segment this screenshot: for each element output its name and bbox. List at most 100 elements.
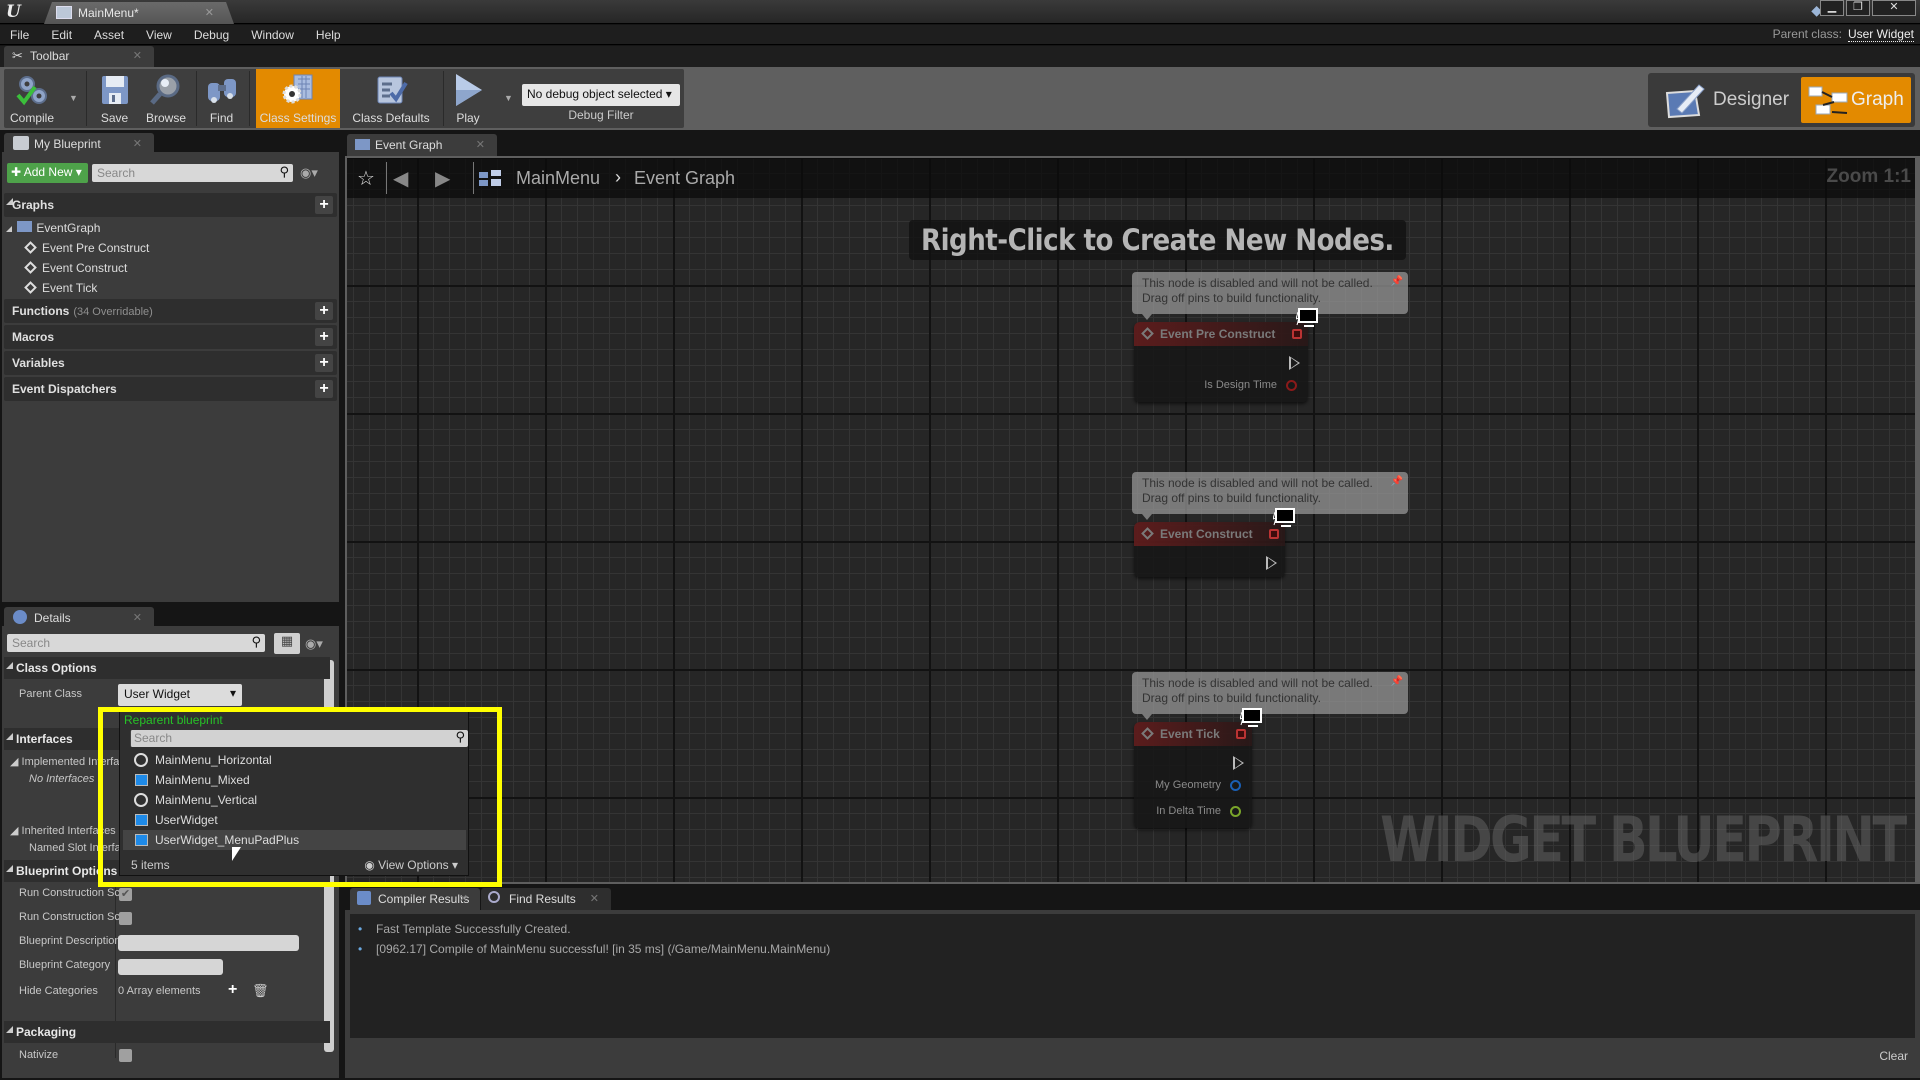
dispatchers-section-header[interactable]: Event Dispatchers + [4,377,337,401]
exec-output-pin[interactable] [1266,556,1277,570]
struct-pin[interactable] [1230,780,1241,791]
create-nodes-hint: Right-Click to Create New Nodes. [909,220,1406,260]
breadcrumb-event-graph[interactable]: Event Graph [634,168,735,189]
back-arrow-icon[interactable]: ◀ [393,166,408,191]
tree-item-event[interactable]: Event Construct [24,261,127,275]
menu-help[interactable]: Help [316,28,341,42]
float-pin[interactable] [1230,806,1241,817]
tree-item-event[interactable]: Event Tick [24,281,97,295]
class-settings-button[interactable]: Class Settings [256,69,340,128]
packaging-section[interactable]: Packaging [4,1021,330,1043]
view-options-eye-icon[interactable]: ◉▾ [300,165,318,181]
blueprint-category-input[interactable] [118,959,223,975]
unreal-logo-icon[interactable]: U [6,2,26,22]
property-matrix-button[interactable]: ▦ [274,633,300,654]
graph-canvas[interactable]: ☆ ◀ ▶ MainMenu › Event Graph Zoom 1:1 Ri… [347,158,1915,882]
add-graph-button[interactable]: + [315,196,333,214]
close-tab-icon[interactable]: ✕ [133,49,142,62]
blueprint-description-input[interactable] [118,935,299,951]
node-comment-bubble[interactable]: This node is disabled and will not be ca… [1132,472,1408,520]
my-blueprint-search-input[interactable]: Search ⚲ [92,164,293,182]
toolbar-tab[interactable]: ✂ Toolbar ✕ [4,46,154,67]
tree-item-event[interactable]: Event Pre Construct [24,241,149,255]
add-new-button[interactable]: ✚ Add New ▾ [7,163,88,183]
run-construction-drag-checkbox[interactable]: ✔ [119,888,132,901]
parent-class-dropdown[interactable]: User Widget ▾ [118,684,242,706]
designer-mode-button[interactable]: Designer [1658,77,1808,123]
menu-view[interactable]: View [146,28,172,42]
close-tab-icon[interactable]: ✕ [590,892,599,905]
find-button[interactable]: Find [200,69,243,128]
trash-icon[interactable]: 🗑 [252,983,269,999]
exec-output-pin[interactable] [1289,356,1300,370]
exec-output-pin[interactable] [1233,756,1244,770]
toolbar-tab-row [0,46,1920,67]
nativize-checkbox[interactable] [119,1049,132,1062]
compiler-results-tab[interactable]: Compiler Results ✕ [350,888,480,910]
save-button[interactable]: Save [92,69,137,128]
close-tab-icon[interactable]: ✕ [476,138,485,151]
node-comment-bubble[interactable]: This node is disabled and will not be ca… [1132,672,1408,720]
restore-button[interactable]: ❐ [1846,0,1870,16]
play-button[interactable]: Play [448,69,488,128]
add-new-label: Add New [23,165,73,179]
find-results-label: Find Results [509,892,576,906]
graph-mode-button[interactable]: Graph [1801,77,1911,123]
close-tab-icon[interactable]: ✕ [133,611,142,624]
debug-object-select[interactable]: No debug object selected ▾ [522,84,680,106]
parent-class-link[interactable]: User Widget [1847,27,1914,42]
minimize-button[interactable]: ▁ [1820,0,1844,16]
graph-node[interactable]: Event Tick My Geometry In Delta Time [1134,722,1252,828]
expand-triangle-icon [6,865,13,872]
add-macro-button[interactable]: + [315,328,333,346]
class-options-section[interactable]: Class Options [4,657,330,679]
functions-section-header[interactable]: Functions (34 Overridable) + [4,299,337,323]
comment-line: Drag off pins to build functionality. [1142,491,1321,505]
search-placeholder: Search [97,166,136,180]
delegate-pin[interactable] [1292,329,1302,339]
run-construction-sequencer-checkbox[interactable] [119,912,132,925]
macros-section-header[interactable]: Macros + [4,325,337,349]
find-results-tab[interactable]: Find Results ✕ [481,888,611,910]
bool-pin[interactable] [1286,380,1297,391]
add-dispatcher-button[interactable]: + [315,380,333,398]
node-comment-bubble[interactable]: This node is disabled and will not be ca… [1132,272,1408,320]
graph-node[interactable]: Event Construct [1134,522,1285,577]
close-tab-icon[interactable]: ✕ [133,137,142,150]
clear-button[interactable]: Clear [1879,1049,1908,1063]
view-options-eye-icon[interactable]: ◉▾ [305,636,323,652]
graphs-section-header[interactable]: Graphs + [4,193,337,217]
add-function-button[interactable]: + [315,302,333,320]
close-window-button[interactable]: ✕ [1872,0,1916,16]
pin-comment-icon[interactable]: 📌 [1391,674,1403,689]
pin-comment-icon[interactable]: 📌 [1391,274,1403,289]
compile-button[interactable]: Compile [5,69,59,128]
delegate-pin[interactable] [1236,729,1246,739]
details-search-input[interactable]: Search ⚲ [7,634,265,652]
add-element-button[interactable]: + [228,981,237,999]
menu-edit[interactable]: Edit [51,28,72,42]
graph-node[interactable]: Event Pre Construct Is Design Time [1134,322,1308,402]
menu-window[interactable]: Window [251,28,294,42]
menu-debug[interactable]: Debug [194,28,229,42]
menu-asset[interactable]: Asset [94,28,124,42]
browse-button[interactable]: Browse [141,69,191,128]
pin-comment-icon[interactable]: 📌 [1391,474,1403,489]
class-defaults-button[interactable]: Class Defaults [344,69,438,128]
add-variable-button[interactable]: + [315,354,333,372]
close-tab-icon[interactable]: ✕ [459,892,468,905]
search-placeholder: Search [12,636,51,650]
node-header: Event Construct [1134,522,1285,546]
event-graph-tab[interactable]: Event Graph ✕ [347,134,497,156]
menu-file[interactable]: File [10,28,29,42]
delegate-pin[interactable] [1269,529,1279,539]
document-tab[interactable]: MainMenu* ✕ [44,2,234,24]
compile-options-dropdown[interactable]: ▼ [69,93,78,103]
forward-arrow-icon[interactable]: ▶ [435,166,450,191]
favorite-star-icon[interactable]: ☆ [357,166,375,191]
breadcrumb-mainmenu[interactable]: MainMenu [516,168,600,189]
variables-section-header[interactable]: Variables + [4,351,337,375]
tree-item-eventgraph[interactable]: EventGraph [6,221,100,235]
close-tab-icon[interactable]: ✕ [205,6,214,19]
play-options-dropdown[interactable]: ▼ [504,93,513,103]
